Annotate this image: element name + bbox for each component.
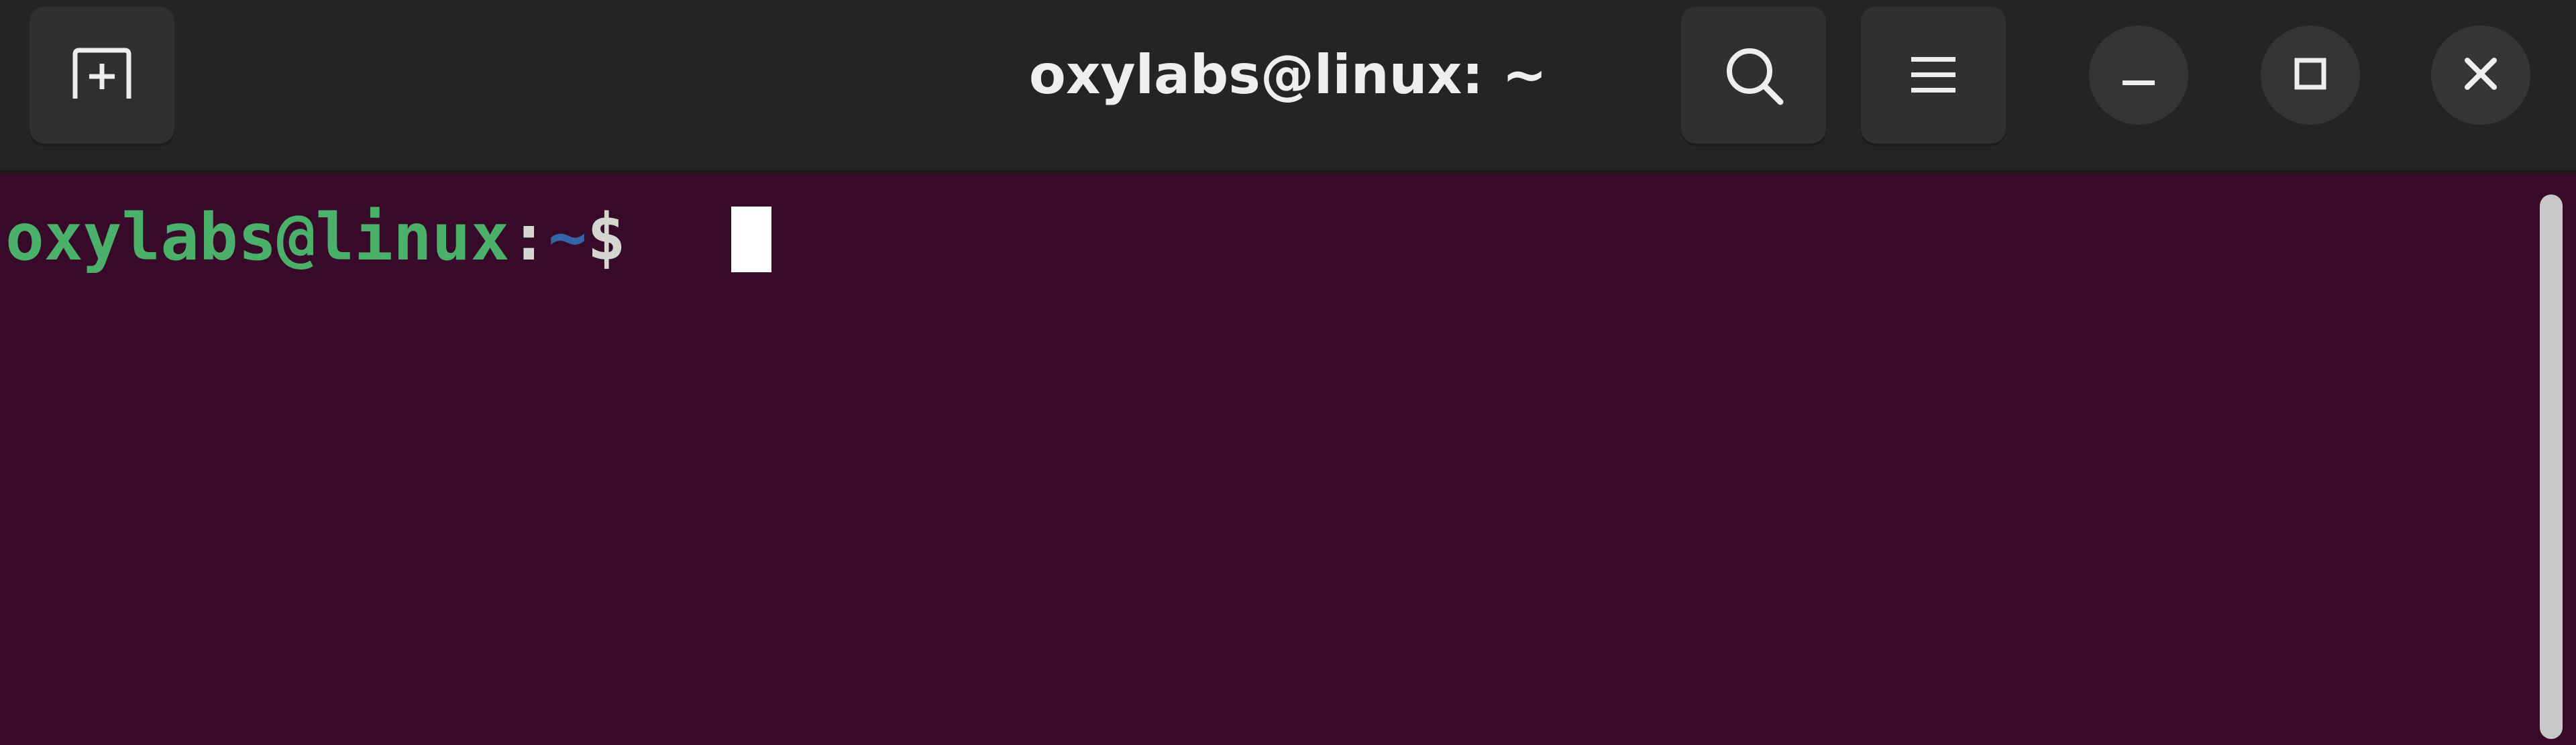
- header-bar: oxylabs@linux: ~: [0, 0, 2576, 173]
- maximize-icon: [2290, 54, 2330, 97]
- close-icon: [2461, 54, 2501, 97]
- shell-prompt: oxylabs@linux:~$: [5, 197, 626, 278]
- new-tab-button[interactable]: [30, 7, 174, 144]
- search-button[interactable]: [1681, 7, 1826, 144]
- minimize-icon: [2118, 54, 2159, 97]
- terminal-output-area[interactable]: oxylabs@linux:~$: [0, 173, 2576, 745]
- main-menu-button[interactable]: [1861, 7, 2006, 144]
- vertical-scrollbar[interactable]: [2540, 194, 2563, 739]
- close-button[interactable]: [2431, 25, 2530, 125]
- prompt-separator: :: [509, 200, 549, 275]
- terminal-window: oxylabs@linux: ~ oxylabs@linux:~$: [0, 0, 2576, 745]
- hamburger-menu-icon: [1910, 52, 1957, 99]
- minimize-button[interactable]: [2089, 25, 2188, 125]
- prompt-path: ~: [548, 200, 587, 275]
- window-title: oxylabs@linux: ~: [1028, 44, 1548, 106]
- prompt-user-host: oxylabs@linux: [5, 200, 510, 275]
- search-icon: [1720, 42, 1787, 109]
- new-tab-icon: [68, 45, 136, 105]
- maximize-button[interactable]: [2261, 25, 2360, 125]
- prompt-symbol: $: [586, 200, 626, 275]
- text-cursor: [731, 207, 771, 272]
